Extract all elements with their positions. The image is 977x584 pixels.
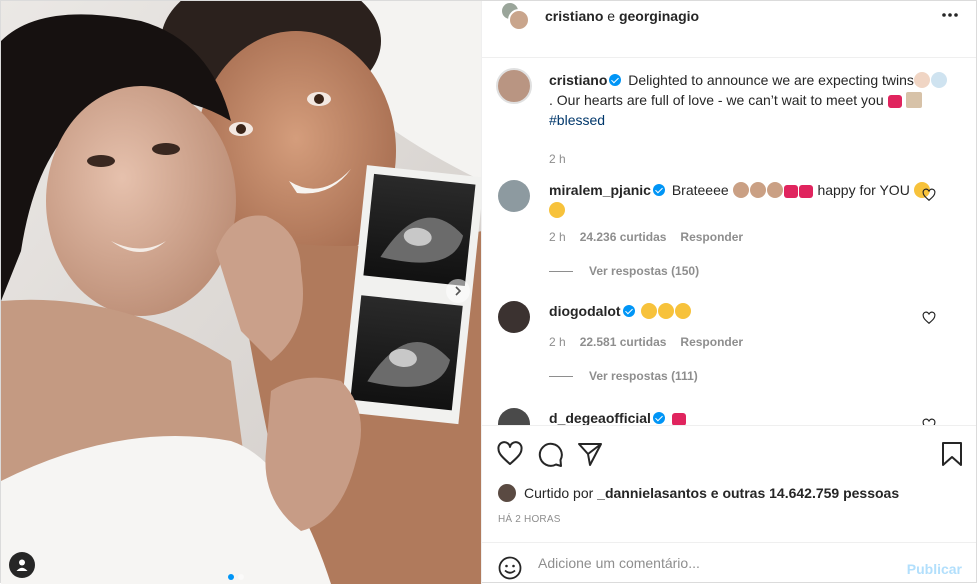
- photo-image: [1, 1, 482, 584]
- comment-input[interactable]: [538, 555, 879, 571]
- avatar[interactable]: [498, 301, 531, 333]
- carousel-dot: [238, 574, 244, 580]
- view-replies-label: Ver respostas (111): [589, 369, 698, 383]
- avatar[interactable]: [498, 180, 531, 212]
- user-icon: [16, 559, 28, 571]
- publish-button[interactable]: Publicar: [907, 561, 962, 577]
- comment-icon[interactable]: [536, 440, 564, 468]
- divider: [549, 375, 574, 377]
- heart-eyes-emoji-icon: [641, 303, 658, 319]
- red-heart-icon: [671, 413, 686, 425]
- view-replies-button[interactable]: Ver respostas (111): [549, 369, 698, 383]
- like-comment-heart-icon[interactable]: [922, 311, 936, 325]
- share-icon[interactable]: [576, 440, 604, 468]
- carousel-next-button[interactable]: [446, 279, 470, 303]
- comment-text: d_degeaofficial: [549, 408, 949, 425]
- caption-body: Delighted to announce we are expecting t…: [628, 72, 914, 88]
- comment-likes[interactable]: 22.581 curtidas: [580, 335, 667, 349]
- like-comment-heart-icon[interactable]: [922, 418, 936, 425]
- avatar[interactable]: [496, 68, 533, 104]
- more-options-icon[interactable]: [940, 7, 960, 23]
- likes-count[interactable]: e outras 14.642.759 pessoas: [711, 485, 899, 501]
- comment-body-continued: happy for YOU: [817, 182, 910, 198]
- bookmark-icon[interactable]: [938, 440, 966, 468]
- like-comment-heart-icon[interactable]: [922, 188, 936, 202]
- caption-meta: 2 h: [549, 152, 566, 166]
- author-connector: e: [607, 8, 616, 24]
- hashtag-link[interactable]: #blessed: [549, 112, 605, 128]
- caption-username[interactable]: cristiano: [549, 72, 607, 88]
- post-photo[interactable]: [1, 1, 482, 584]
- emoji-picker-icon[interactable]: [498, 556, 522, 580]
- comment-meta: 2 h 24.236 curtidas Responder: [549, 230, 743, 244]
- view-replies-button[interactable]: Ver respostas (150): [549, 264, 699, 278]
- heart-eyes-emoji-icon: [658, 303, 675, 319]
- comment-meta: 2 h 22.581 curtidas Responder: [549, 335, 743, 349]
- comment-username[interactable]: d_degeaofficial: [549, 410, 651, 425]
- reply-button[interactable]: Responder: [680, 230, 743, 244]
- comment-username[interactable]: diogodalot: [549, 303, 621, 319]
- instagram-post: cristiano e georginagio cristiano Deligh…: [0, 0, 977, 584]
- comment-time[interactable]: 2 h: [549, 230, 566, 244]
- comment-text: miralem_pjanic Brateeee happy for YOU: [549, 180, 949, 220]
- likes-prefix: Curtido por: [524, 485, 594, 501]
- heart-eyes-emoji-icon: [675, 303, 692, 319]
- post-authors: cristiano e georginagio: [545, 8, 699, 24]
- clap-emoji-icon: [732, 182, 749, 198]
- chevron-right-icon: [455, 286, 462, 296]
- add-comment-bar: Publicar: [482, 542, 976, 584]
- clap-emoji-icon: [766, 182, 783, 198]
- likes-summary: Curtido por _dannielasantos e outras 14.…: [498, 484, 899, 502]
- verified-badge-icon: [652, 184, 665, 196]
- reply-button[interactable]: Responder: [680, 335, 743, 349]
- avatar[interactable]: [508, 9, 531, 31]
- coauthor-username[interactable]: georginagio: [619, 8, 699, 24]
- post-header: cristiano e georginagio: [482, 1, 976, 37]
- caption-time[interactable]: 2 h: [549, 152, 566, 166]
- caption-body-continued: . Our hearts are full of love - we can’t…: [549, 92, 884, 108]
- red-heart-icon: [783, 185, 798, 198]
- clap-emoji-icon: [749, 182, 766, 198]
- avatar[interactable]: [498, 408, 531, 425]
- post-actions: [482, 425, 976, 485]
- post-timestamp[interactable]: HÁ 2 HORAS: [498, 514, 561, 525]
- carousel-indicator: [228, 574, 244, 580]
- verified-badge-icon: [609, 74, 622, 86]
- baby-emoji-icon: [930, 72, 947, 88]
- avatar[interactable]: [498, 484, 517, 502]
- heart-eyes-emoji-icon: [549, 202, 566, 218]
- caption-text: cristiano Delighted to announce we are e…: [549, 70, 949, 130]
- comment-text: diogodalot: [549, 301, 949, 321]
- baby-emoji-icon: [913, 72, 930, 88]
- post-details: cristiano e georginagio cristiano Deligh…: [481, 1, 976, 584]
- liker-username[interactable]: _dannielasantos: [597, 485, 707, 501]
- divider: [549, 270, 574, 272]
- comment-username[interactable]: miralem_pjanic: [549, 182, 651, 198]
- like-heart-icon[interactable]: [496, 440, 524, 468]
- author-username[interactable]: cristiano: [545, 8, 603, 24]
- view-replies-label: Ver respostas (150): [589, 264, 700, 278]
- comments-list[interactable]: cristiano Delighted to announce we are e…: [482, 57, 976, 425]
- comment-likes[interactable]: 24.236 curtidas: [580, 230, 667, 244]
- red-heart-icon: [887, 95, 902, 108]
- verified-badge-icon: [652, 412, 665, 424]
- red-heart-icon: [798, 185, 813, 198]
- tagged-users-button[interactable]: [9, 552, 35, 578]
- comment-body: Brateeee: [671, 182, 729, 198]
- verified-badge-icon: [622, 305, 635, 317]
- comment-time[interactable]: 2 h: [549, 335, 566, 349]
- carousel-dot-active: [228, 574, 234, 580]
- house-emoji-icon: [906, 92, 923, 108]
